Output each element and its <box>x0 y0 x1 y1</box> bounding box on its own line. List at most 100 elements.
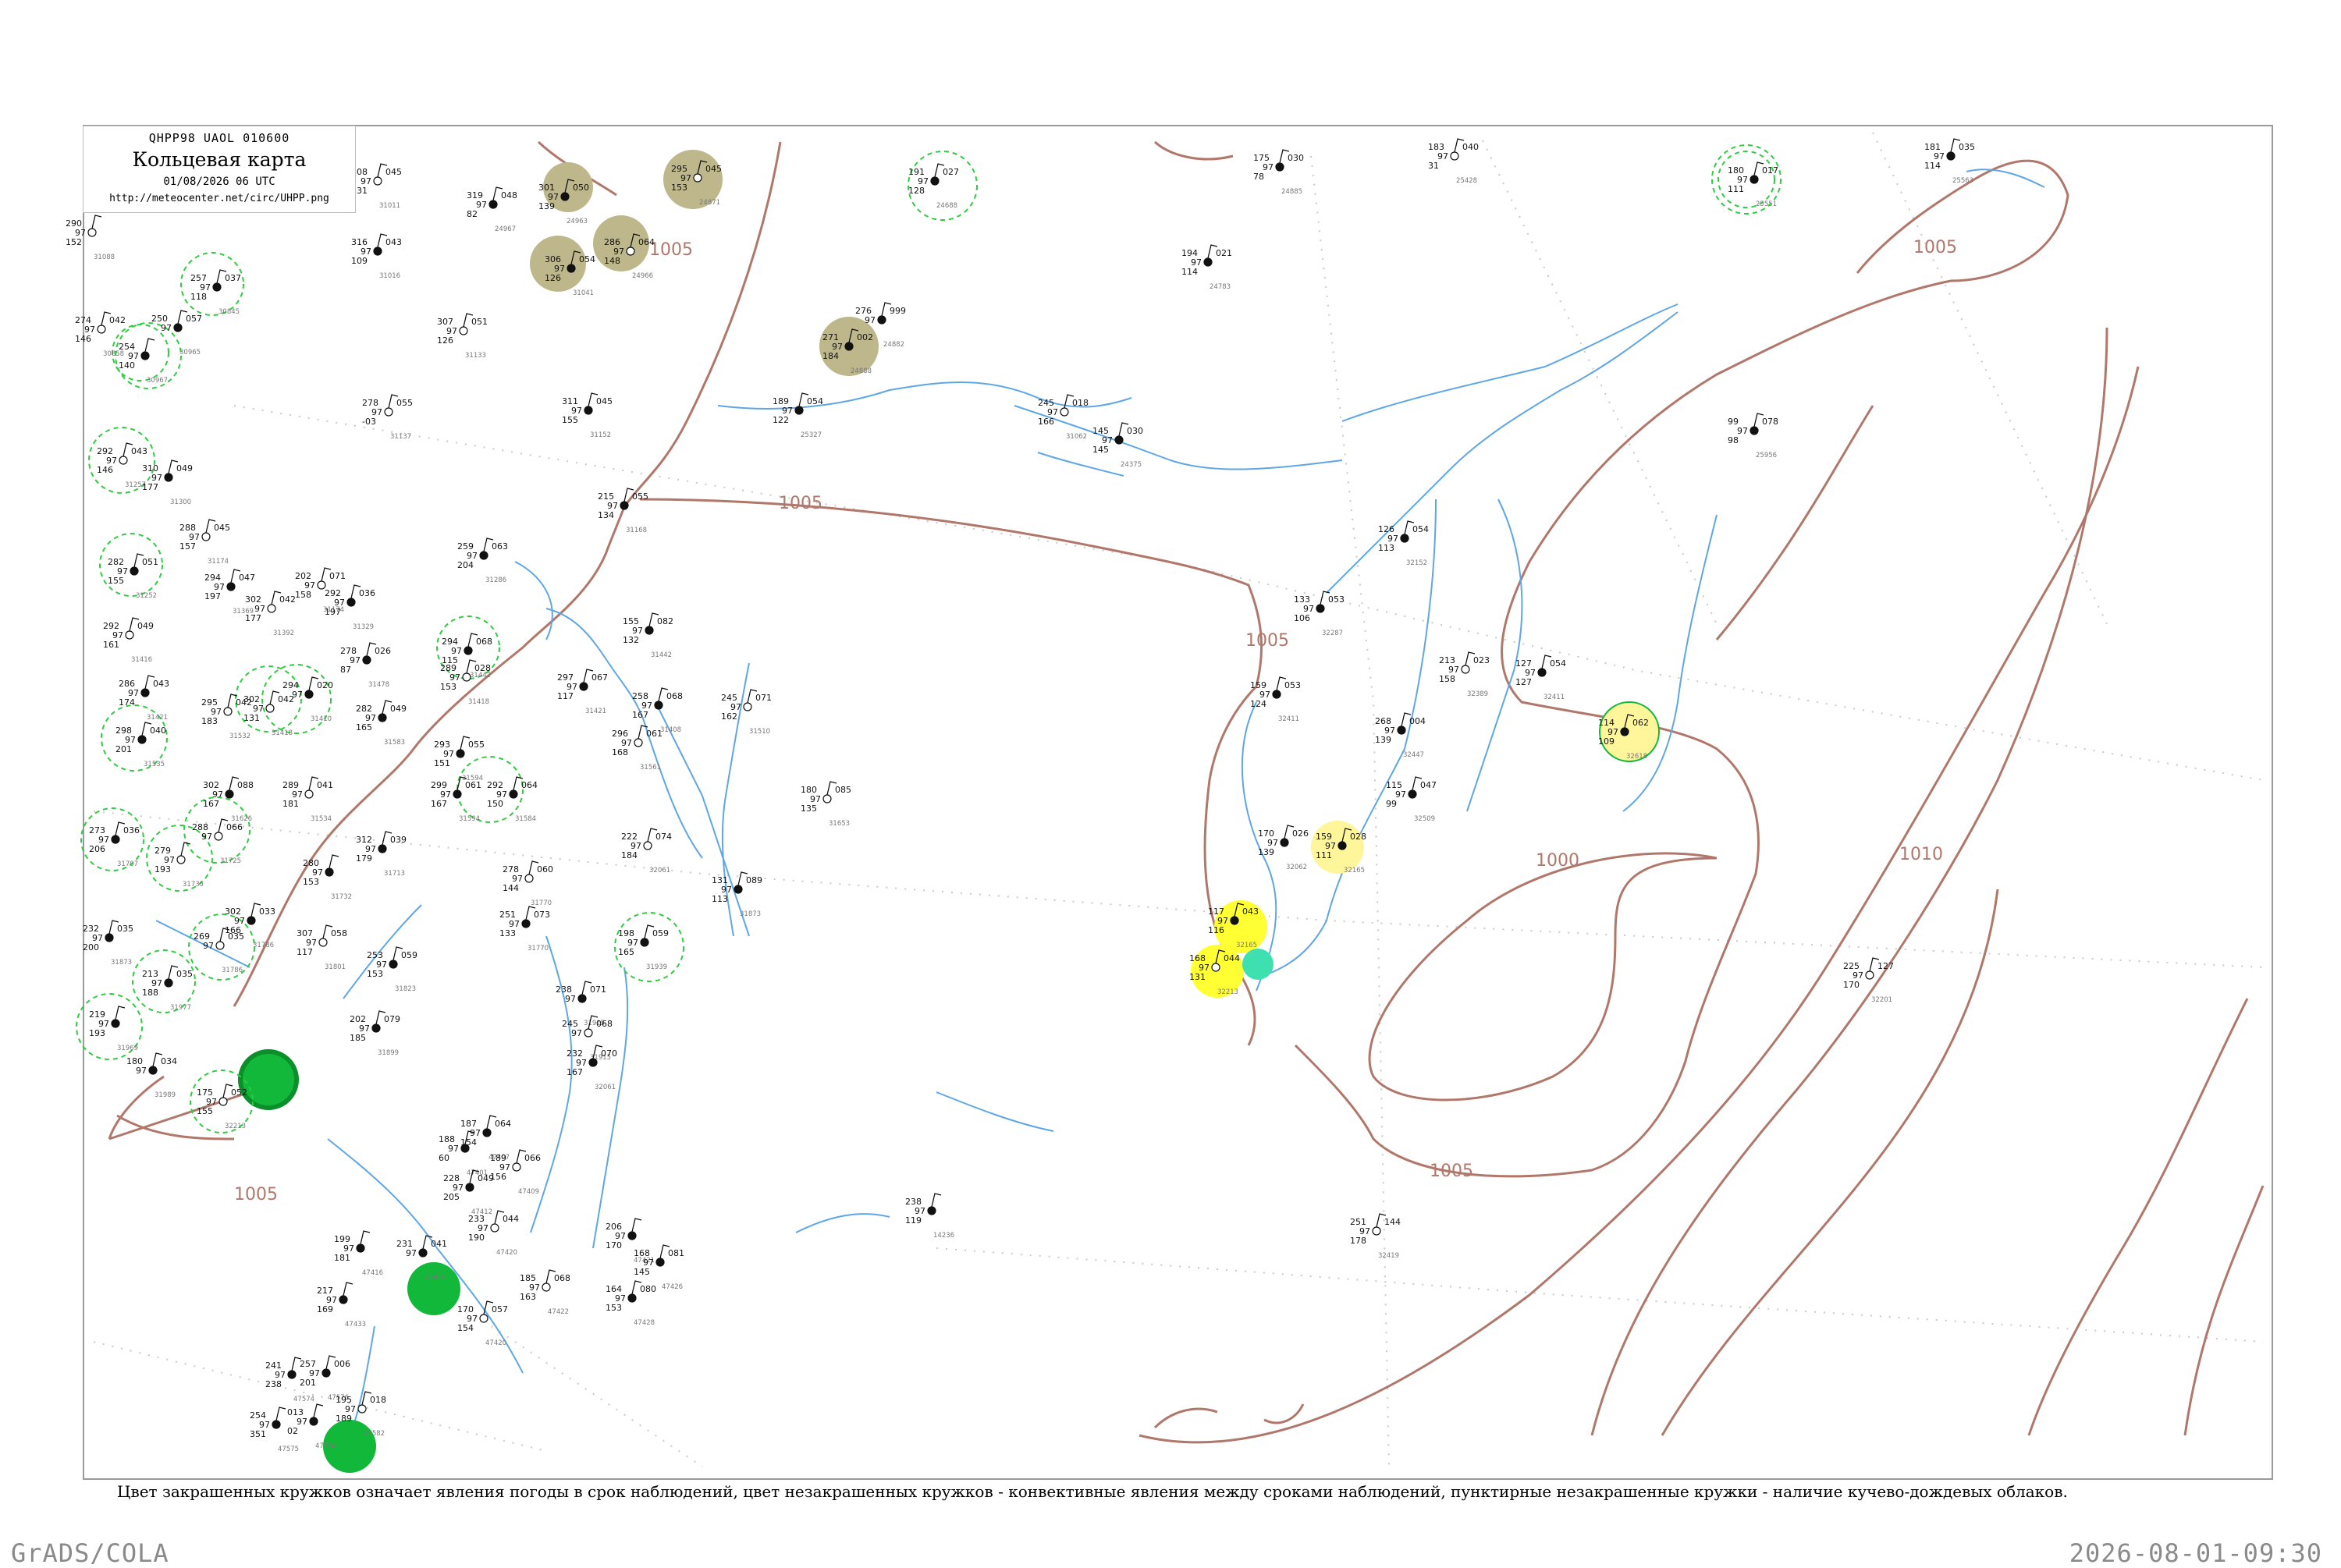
station-model: 1809711101725551 <box>1728 161 1778 208</box>
station-id: 25956 <box>1756 452 1777 459</box>
station-circle <box>459 326 468 335</box>
station-vis: 97 <box>201 832 212 842</box>
station-circle <box>111 835 120 844</box>
station-model: 3029717704231392 <box>245 591 296 637</box>
station-dewpoint: 116 <box>1208 925 1224 935</box>
isobar-label: 1005 <box>649 240 693 260</box>
station-id: 32201 <box>1871 996 1892 1004</box>
station-id: 24966 <box>632 272 653 280</box>
station-dewpoint: 122 <box>773 415 789 425</box>
isobar-label: 1005 <box>234 1185 278 1204</box>
station-model: 1599712405332411 <box>1250 676 1301 723</box>
station-dewpoint: 139 <box>1258 847 1274 857</box>
weather-circle-pale-yellow <box>1311 821 1364 874</box>
station-pressure: 082 <box>657 616 673 626</box>
station-model: 3079711705831801 <box>297 924 347 971</box>
station-id: 31016 <box>379 272 400 280</box>
station-id: 31286 <box>485 576 506 584</box>
station-model: 27897-0305531137 <box>362 394 413 441</box>
station-model: 2519713307331770 <box>499 906 550 953</box>
station-pressure: 026 <box>1292 828 1309 839</box>
station-pressure: 078 <box>1762 417 1778 427</box>
station-pressure: 047 <box>239 573 255 583</box>
station-circle <box>140 688 150 697</box>
station-circle <box>1337 841 1347 850</box>
station-model: 2929714604331257 <box>97 442 147 489</box>
station-pressure: 045 <box>385 167 402 177</box>
station-pressure: 042 <box>109 315 126 325</box>
station-vis: 97 <box>1437 151 1448 161</box>
station-circle <box>378 844 387 853</box>
station-model: 2589716706831408 <box>632 687 683 734</box>
station-dewpoint: 131 <box>243 713 260 723</box>
station-circle <box>488 200 498 209</box>
station-id: 24885 <box>1281 188 1302 196</box>
station-model: 2989720104031535 <box>115 722 166 768</box>
station-circle <box>325 867 334 877</box>
station-model: 1899715606647409 <box>490 1149 541 1196</box>
station-pressure: 041 <box>431 1239 447 1249</box>
station-id: 47575 <box>278 1446 299 1453</box>
station-id: 47428 <box>634 1319 655 1327</box>
isobar-label: 1005 <box>1430 1162 1473 1181</box>
station-model: 2829715505131252 <box>108 553 158 600</box>
station-model: 183973104025428 <box>1428 138 1479 185</box>
station-id: 31478 <box>368 681 389 689</box>
map-header: QHPP98 UAOL 010600 Кольцевая карта 01/08… <box>83 126 356 213</box>
station-circle <box>645 626 654 635</box>
station-dewpoint: 167 <box>632 710 648 720</box>
station-pressure: 043 <box>385 237 402 247</box>
station-dewpoint: 119 <box>905 1215 922 1226</box>
station-model: 1269711305432152 <box>1378 520 1429 567</box>
station-circle <box>130 566 139 576</box>
station-pressure: 026 <box>375 646 391 656</box>
station-circle <box>465 1183 474 1192</box>
station-pressure: 049 <box>478 1173 494 1183</box>
cumulonimbus-circles <box>76 144 1782 1133</box>
station-pressure: 040 <box>1462 142 1479 152</box>
station-pressure: 051 <box>471 317 488 327</box>
station-dewpoint: 153 <box>671 183 687 193</box>
map-title: Кольцевая карта <box>132 148 307 171</box>
station-dewpoint: 181 <box>334 1253 350 1263</box>
station-pressure: 066 <box>226 822 243 832</box>
station-pressure: 085 <box>835 785 851 795</box>
station-pressure: 068 <box>554 1273 570 1283</box>
weather-circle-teal <box>1242 949 1274 980</box>
station-dewpoint: 31 <box>1428 161 1439 171</box>
station-dewpoint: 163 <box>520 1292 536 1302</box>
station-pressure: 037 <box>225 273 241 283</box>
station-model: 2459716601831062 <box>1038 394 1089 441</box>
station-pressure: 064 <box>638 237 655 247</box>
station-circle <box>378 713 387 722</box>
station-id: 32152 <box>1406 559 1427 567</box>
station-circle <box>1203 257 1213 267</box>
station-model: 2139715802332389 <box>1439 651 1490 698</box>
station-dewpoint: 206 <box>89 844 105 854</box>
station-dewpoint: 193 <box>89 1028 105 1038</box>
station-model: 1759715505232213 <box>197 1084 247 1130</box>
station-model: 3029716603331786 <box>225 903 275 949</box>
station-pressure: 044 <box>1224 953 1240 963</box>
station-circle <box>734 885 743 894</box>
station-model: 2739720603631707 <box>89 821 140 868</box>
station-id: 31410 <box>311 715 332 723</box>
station-id: 31041 <box>573 289 594 297</box>
station-model: 1919712802724688 <box>908 163 959 210</box>
station-dewpoint: 170 <box>1843 980 1860 990</box>
station-id: 31418 <box>272 729 293 737</box>
isobar-label: 1005 <box>779 494 822 513</box>
station-pressure: 062 <box>1632 718 1649 728</box>
station-pressure: 067 <box>591 672 608 683</box>
station-circle <box>212 282 222 292</box>
station-circle <box>137 735 147 744</box>
station-pressure: 045 <box>596 396 613 406</box>
station-pressure: 068 <box>596 1019 613 1029</box>
station-dewpoint: 201 <box>115 744 132 754</box>
station-id: 30845 <box>218 308 240 316</box>
station-id: 24688 <box>936 202 957 210</box>
station-pressure: 027 <box>943 167 959 177</box>
station-dewpoint: 146 <box>97 465 113 475</box>
station-pressure: 080 <box>640 1284 656 1294</box>
station-id: 31873 <box>111 959 132 967</box>
